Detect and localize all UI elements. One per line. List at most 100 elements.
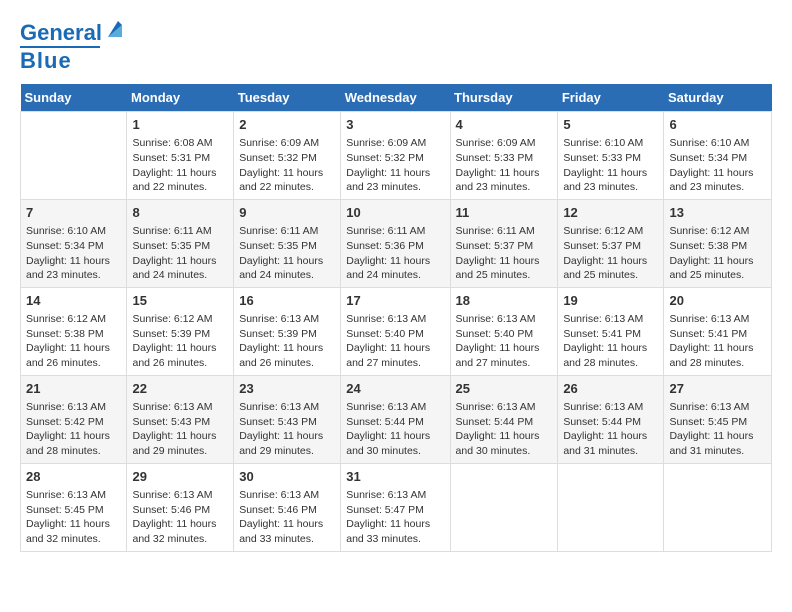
calendar-table: SundayMondayTuesdayWednesdayThursdayFrid…	[20, 84, 772, 552]
day-info: Sunrise: 6:13 AM Sunset: 5:41 PM Dayligh…	[669, 312, 766, 371]
day-number: 15	[132, 292, 228, 310]
day-number: 12	[563, 204, 658, 222]
calendar-cell: 5 Sunrise: 6:10 AM Sunset: 5:33 PM Daylig…	[558, 112, 664, 200]
calendar-week-row: 14 Sunrise: 6:12 AM Sunset: 5:38 PM Dayli…	[21, 287, 772, 375]
logo: General Blue	[20, 20, 126, 74]
day-info: Sunrise: 6:11 AM Sunset: 5:37 PM Dayligh…	[456, 224, 553, 283]
day-info: Sunrise: 6:08 AM Sunset: 5:31 PM Dayligh…	[132, 136, 228, 195]
day-number: 3	[346, 116, 444, 134]
day-info: Sunrise: 6:10 AM Sunset: 5:33 PM Dayligh…	[563, 136, 658, 195]
day-number: 21	[26, 380, 121, 398]
calendar-cell	[664, 463, 772, 551]
day-info: Sunrise: 6:10 AM Sunset: 5:34 PM Dayligh…	[669, 136, 766, 195]
calendar-cell: 6 Sunrise: 6:10 AM Sunset: 5:34 PM Daylig…	[664, 112, 772, 200]
calendar-cell	[21, 112, 127, 200]
day-number: 13	[669, 204, 766, 222]
calendar-cell	[558, 463, 664, 551]
day-info: Sunrise: 6:09 AM Sunset: 5:33 PM Dayligh…	[456, 136, 553, 195]
day-number: 6	[669, 116, 766, 134]
calendar-cell: 21 Sunrise: 6:13 AM Sunset: 5:42 PM Dayli…	[21, 375, 127, 463]
calendar-cell: 13 Sunrise: 6:12 AM Sunset: 5:38 PM Dayli…	[664, 199, 772, 287]
calendar-cell: 12 Sunrise: 6:12 AM Sunset: 5:37 PM Dayli…	[558, 199, 664, 287]
calendar-cell: 14 Sunrise: 6:12 AM Sunset: 5:38 PM Dayli…	[21, 287, 127, 375]
calendar-cell: 3 Sunrise: 6:09 AM Sunset: 5:32 PM Daylig…	[341, 112, 450, 200]
calendar-cell: 27 Sunrise: 6:13 AM Sunset: 5:45 PM Dayli…	[664, 375, 772, 463]
day-number: 24	[346, 380, 444, 398]
day-info: Sunrise: 6:13 AM Sunset: 5:40 PM Dayligh…	[456, 312, 553, 371]
day-number: 18	[456, 292, 553, 310]
day-number: 14	[26, 292, 121, 310]
calendar-cell: 26 Sunrise: 6:13 AM Sunset: 5:44 PM Dayli…	[558, 375, 664, 463]
day-info: Sunrise: 6:12 AM Sunset: 5:38 PM Dayligh…	[26, 312, 121, 371]
column-header-saturday: Saturday	[664, 84, 772, 112]
day-info: Sunrise: 6:13 AM Sunset: 5:43 PM Dayligh…	[132, 400, 228, 459]
day-info: Sunrise: 6:13 AM Sunset: 5:43 PM Dayligh…	[239, 400, 335, 459]
column-header-monday: Monday	[127, 84, 234, 112]
day-number: 1	[132, 116, 228, 134]
calendar-cell: 1 Sunrise: 6:08 AM Sunset: 5:31 PM Daylig…	[127, 112, 234, 200]
logo-blue-text: Blue	[20, 48, 72, 73]
day-info: Sunrise: 6:09 AM Sunset: 5:32 PM Dayligh…	[346, 136, 444, 195]
calendar-cell: 28Sunrise: 6:13 AM Sunset: 5:45 PM Dayli…	[21, 463, 127, 551]
day-number: 27	[669, 380, 766, 398]
column-header-friday: Friday	[558, 84, 664, 112]
day-number: 30	[239, 468, 335, 486]
calendar-cell: 16 Sunrise: 6:13 AM Sunset: 5:39 PM Dayli…	[234, 287, 341, 375]
calendar-cell: 29Sunrise: 6:13 AM Sunset: 5:46 PM Dayli…	[127, 463, 234, 551]
day-info: Sunrise: 6:13 AM Sunset: 5:44 PM Dayligh…	[563, 400, 658, 459]
calendar-cell: 10Sunrise: 6:11 AM Sunset: 5:36 PM Dayli…	[341, 199, 450, 287]
page-header: General Blue	[20, 20, 772, 74]
day-info: Sunrise: 6:13 AM Sunset: 5:46 PM Dayligh…	[132, 488, 228, 547]
day-number: 17	[346, 292, 444, 310]
day-info: Sunrise: 6:13 AM Sunset: 5:45 PM Dayligh…	[26, 488, 121, 547]
calendar-cell: 23Sunrise: 6:13 AM Sunset: 5:43 PM Dayli…	[234, 375, 341, 463]
calendar-cell: 2Sunrise: 6:09 AM Sunset: 5:32 PM Daylig…	[234, 112, 341, 200]
day-info: Sunrise: 6:10 AM Sunset: 5:34 PM Dayligh…	[26, 224, 121, 283]
day-info: Sunrise: 6:12 AM Sunset: 5:38 PM Dayligh…	[669, 224, 766, 283]
day-info: Sunrise: 6:11 AM Sunset: 5:35 PM Dayligh…	[132, 224, 228, 283]
day-info: Sunrise: 6:13 AM Sunset: 5:46 PM Dayligh…	[239, 488, 335, 547]
day-info: Sunrise: 6:13 AM Sunset: 5:42 PM Dayligh…	[26, 400, 121, 459]
day-number: 20	[669, 292, 766, 310]
calendar-cell: 31Sunrise: 6:13 AM Sunset: 5:47 PM Dayli…	[341, 463, 450, 551]
calendar-week-row: 1 Sunrise: 6:08 AM Sunset: 5:31 PM Daylig…	[21, 112, 772, 200]
calendar-cell: 7 Sunrise: 6:10 AM Sunset: 5:34 PM Daylig…	[21, 199, 127, 287]
calendar-cell: 30 Sunrise: 6:13 AM Sunset: 5:46 PM Dayli…	[234, 463, 341, 551]
day-number: 7	[26, 204, 121, 222]
calendar-cell: 4 Sunrise: 6:09 AM Sunset: 5:33 PM Daylig…	[450, 112, 558, 200]
calendar-cell: 25Sunrise: 6:13 AM Sunset: 5:44 PM Dayli…	[450, 375, 558, 463]
column-header-tuesday: Tuesday	[234, 84, 341, 112]
day-info: Sunrise: 6:13 AM Sunset: 5:40 PM Dayligh…	[346, 312, 444, 371]
day-info: Sunrise: 6:13 AM Sunset: 5:41 PM Dayligh…	[563, 312, 658, 371]
calendar-cell: 9 Sunrise: 6:11 AM Sunset: 5:35 PM Daylig…	[234, 199, 341, 287]
day-number: 16	[239, 292, 335, 310]
day-info: Sunrise: 6:13 AM Sunset: 5:45 PM Dayligh…	[669, 400, 766, 459]
calendar-week-row: 28Sunrise: 6:13 AM Sunset: 5:45 PM Dayli…	[21, 463, 772, 551]
calendar-week-row: 7 Sunrise: 6:10 AM Sunset: 5:34 PM Daylig…	[21, 199, 772, 287]
calendar-cell: 20 Sunrise: 6:13 AM Sunset: 5:41 PM Dayli…	[664, 287, 772, 375]
day-info: Sunrise: 6:09 AM Sunset: 5:32 PM Dayligh…	[239, 136, 335, 195]
day-number: 8	[132, 204, 228, 222]
day-info: Sunrise: 6:13 AM Sunset: 5:47 PM Dayligh…	[346, 488, 444, 547]
day-number: 11	[456, 204, 553, 222]
day-info: Sunrise: 6:12 AM Sunset: 5:37 PM Dayligh…	[563, 224, 658, 283]
day-info: Sunrise: 6:13 AM Sunset: 5:44 PM Dayligh…	[346, 400, 444, 459]
day-number: 22	[132, 380, 228, 398]
day-number: 4	[456, 116, 553, 134]
day-info: Sunrise: 6:13 AM Sunset: 5:39 PM Dayligh…	[239, 312, 335, 371]
calendar-cell: 24 Sunrise: 6:13 AM Sunset: 5:44 PM Dayli…	[341, 375, 450, 463]
day-info: Sunrise: 6:11 AM Sunset: 5:35 PM Dayligh…	[239, 224, 335, 283]
calendar-cell: 19 Sunrise: 6:13 AM Sunset: 5:41 PM Dayli…	[558, 287, 664, 375]
calendar-cell: 22 Sunrise: 6:13 AM Sunset: 5:43 PM Dayli…	[127, 375, 234, 463]
column-header-wednesday: Wednesday	[341, 84, 450, 112]
day-number: 19	[563, 292, 658, 310]
day-number: 26	[563, 380, 658, 398]
day-number: 25	[456, 380, 553, 398]
calendar-cell: 17 Sunrise: 6:13 AM Sunset: 5:40 PM Dayli…	[341, 287, 450, 375]
column-header-sunday: Sunday	[21, 84, 127, 112]
calendar-cell: 11 Sunrise: 6:11 AM Sunset: 5:37 PM Dayli…	[450, 199, 558, 287]
day-info: Sunrise: 6:12 AM Sunset: 5:39 PM Dayligh…	[132, 312, 228, 371]
calendar-header-row: SundayMondayTuesdayWednesdayThursdayFrid…	[21, 84, 772, 112]
day-number: 5	[563, 116, 658, 134]
day-number: 9	[239, 204, 335, 222]
